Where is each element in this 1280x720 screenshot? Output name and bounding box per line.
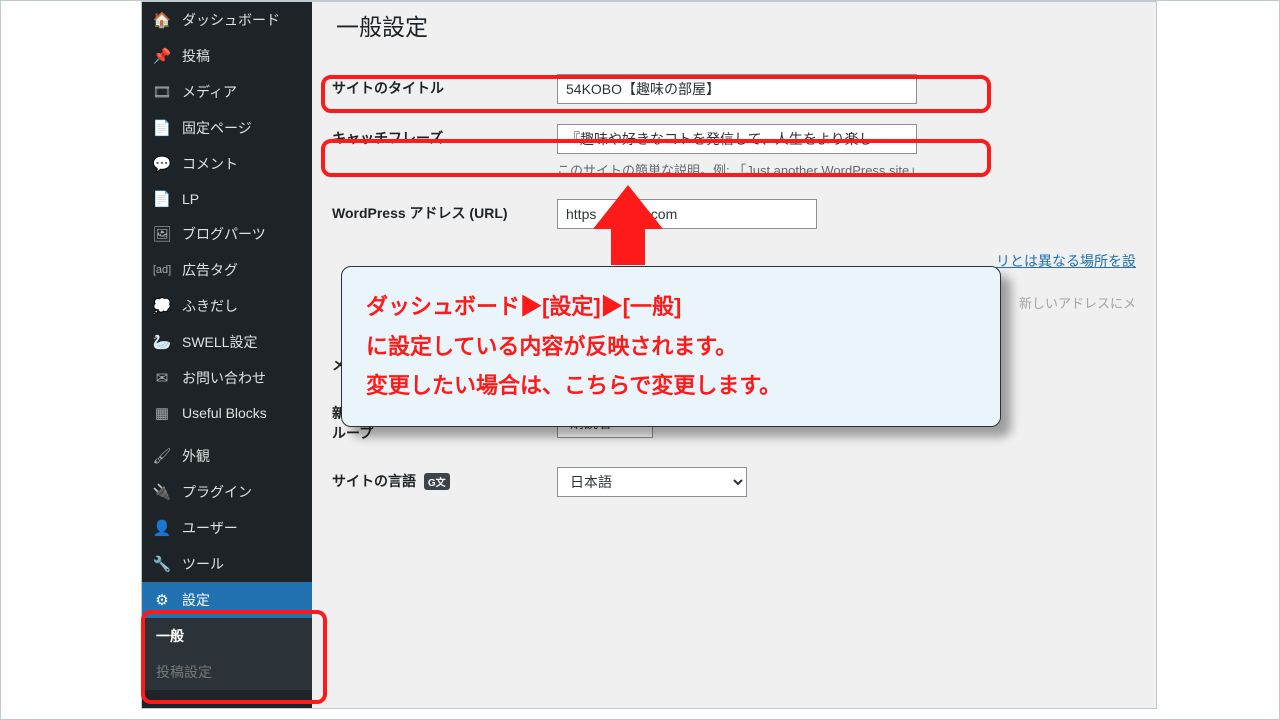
comment-icon: 💬 (152, 155, 172, 173)
media-icon: 🎞 (152, 83, 172, 101)
sidebar-item-label: LP (182, 191, 199, 207)
sidebar-item-settings[interactable]: ⚙ 設定 (142, 582, 312, 618)
tagline-input[interactable] (557, 124, 917, 154)
sidebar-item-label: ブログパーツ (182, 224, 266, 244)
sidebar-item-comments[interactable]: 💬 コメント (142, 146, 312, 182)
sidebar-item-label: ユーザー (182, 518, 238, 538)
page-title: 一般設定 (336, 8, 1136, 42)
wrench-icon: 🔧 (152, 555, 172, 573)
sidebar-item-tools[interactable]: 🔧 ツール (142, 546, 312, 582)
sidebar-sub-writing[interactable]: 投稿設定 (142, 654, 312, 690)
callout-line-3: 変更したい場合は、こちらで変更します。 (366, 366, 976, 406)
sidebar-item-label: 広告タグ (182, 260, 238, 280)
sidebar-item-label: 外観 (182, 446, 210, 466)
sidebar-item-users[interactable]: 👤 ユーザー (142, 510, 312, 546)
dashboard-icon: 🏠 (152, 11, 172, 29)
app-frame: 🏠 ダッシュボード 📌 投稿 🎞 メディア 📄 固定ページ 💬 コメント 📄 LP 🖼 ブログ… (0, 0, 1280, 720)
plugin-icon: 🔌 (152, 483, 172, 501)
speech-icon: 💭 (152, 297, 172, 315)
sidebar-item-label: お問い合わせ (182, 368, 266, 388)
swell-icon: 🦢 (152, 333, 172, 351)
lp-icon: 📄 (152, 190, 172, 208)
sidebar-item-adtag[interactable]: [ad] 広告タグ (142, 252, 312, 288)
sidebar-item-label: SWELL設定 (182, 332, 257, 352)
sidebar-item-label: 固定ページ (182, 118, 252, 138)
sidebar-item-label: ダッシュボード (182, 10, 280, 30)
sidebar-item-contact[interactable]: ✉ お問い合わせ (142, 360, 312, 396)
sidebar-item-lp[interactable]: 📄 LP (142, 182, 312, 216)
page-icon: 📄 (152, 119, 172, 137)
sidebar-item-media[interactable]: 🎞 メディア (142, 74, 312, 110)
sidebar-item-plugins[interactable]: 🔌 プラグイン (142, 474, 312, 510)
sidebar-item-usefulblocks[interactable]: ▦ Useful Blocks (142, 396, 312, 430)
sidebar-item-dashboard[interactable]: 🏠 ダッシュボード (142, 2, 312, 38)
sidebar-item-posts[interactable]: 📌 投稿 (142, 38, 312, 74)
sidebar-item-fukidashi[interactable]: 💭 ふきだし (142, 288, 312, 324)
sidebar-item-label: コメント (182, 154, 238, 174)
sidebar-item-appearance[interactable]: 🖌 外観 (142, 438, 312, 474)
annotation-callout: ダッシュボード▶[設定]▶[一般] に設定している内容が反映されます。 変更した… (341, 266, 1001, 427)
blocks-icon: ▦ (152, 404, 172, 422)
sidebar-item-label: Useful Blocks (182, 405, 267, 421)
tagline-label: キャッチフレーズ (332, 114, 557, 189)
user-icon: 👤 (152, 519, 172, 537)
callout-line-2: に設定している内容が反映されます。 (366, 327, 976, 367)
pin-icon: 📌 (152, 47, 172, 65)
site-title-label: サイトのタイトル (332, 64, 557, 114)
brush-icon: 🖌 (152, 447, 172, 465)
sidebar-item-label: ふきだし (182, 296, 238, 316)
site-title-input[interactable] (557, 74, 917, 104)
sidebar-item-swell[interactable]: 🦢 SWELL設定 (142, 324, 312, 360)
site-lang-select[interactable]: 日本語 (557, 467, 747, 497)
admin-sidebar: 🏠 ダッシュボード 📌 投稿 🎞 メディア 📄 固定ページ 💬 コメント 📄 LP 🖼 ブログ… (142, 2, 312, 708)
translate-icon: G文 (424, 473, 450, 490)
site-lang-label: サイトの言語 G文 (332, 457, 557, 507)
annotation-arrow (593, 185, 663, 275)
tagline-desc: このサイトの簡単な説明。例: 「Just another WordPress s… (557, 160, 1136, 179)
sidebar-item-label: 投稿 (182, 46, 210, 66)
arrow-head-icon (593, 185, 663, 229)
wp-url-label: WordPress アドレス (URL) (332, 189, 557, 239)
adtag-icon: [ad] (152, 264, 172, 276)
sidebar-item-label: ツール (182, 554, 224, 574)
mail-icon: ✉ (152, 369, 172, 387)
sidebar-item-label: メディア (182, 82, 237, 102)
sidebar-item-pages[interactable]: 📄 固定ページ (142, 110, 312, 146)
help-link[interactable]: リとは異なる場所を設 (996, 253, 1136, 269)
note-text: 新しいアドレスにメ (1019, 296, 1136, 311)
sidebar-sub-general[interactable]: 一般 (142, 618, 312, 654)
settings-icon: ⚙ (152, 591, 172, 609)
blogparts-icon: 🖼 (152, 225, 172, 243)
sidebar-item-label: 設定 (182, 590, 210, 610)
arrow-stem-icon (611, 225, 645, 265)
callout-line-1: ダッシュボード▶[設定]▶[一般] (366, 287, 976, 327)
sidebar-item-label: プラグイン (182, 482, 252, 502)
sidebar-item-blogparts[interactable]: 🖼 ブログパーツ (142, 216, 312, 252)
